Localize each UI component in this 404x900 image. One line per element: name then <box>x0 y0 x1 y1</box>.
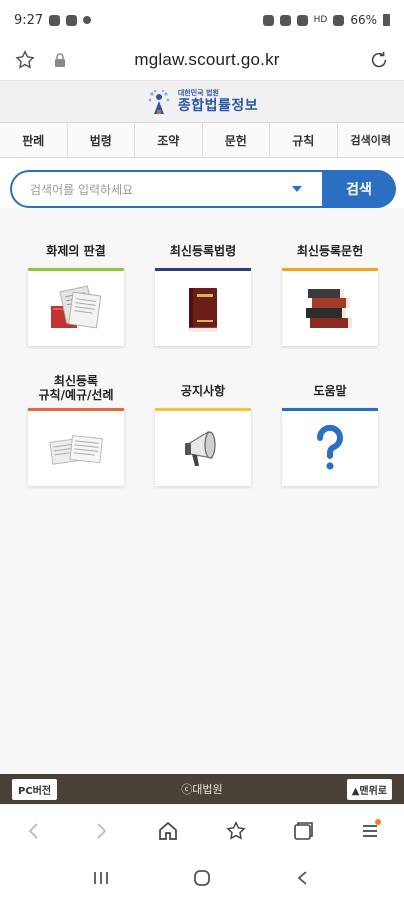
logo-title: 종합법률정보 <box>177 98 259 114</box>
browser-toolbar <box>0 804 404 856</box>
tab-treaty[interactable]: 조약 <box>135 123 203 157</box>
menu-label-line2: 규칙/예규/선례 <box>38 388 114 402</box>
documents-book-icon <box>51 284 102 328</box>
tab-rules[interactable]: 규칙 <box>270 123 338 157</box>
tabs-button[interactable] <box>283 811 323 851</box>
system-back-button[interactable] <box>288 863 318 893</box>
mute-icon <box>279 14 291 26</box>
tabs-icon <box>294 821 313 840</box>
menu-card[interactable] <box>282 268 378 346</box>
home-system-button[interactable] <box>187 863 217 893</box>
menu-card[interactable] <box>282 408 378 486</box>
search-bar: 검색어를 입력하세요 검색 <box>10 170 396 208</box>
forward-button[interactable] <box>81 811 121 851</box>
question-icon <box>316 424 343 470</box>
tab-statute[interactable]: 법령 <box>68 123 135 157</box>
court-logo-icon[interactable] <box>146 88 172 116</box>
battery-percent: 66% <box>350 13 377 27</box>
law-book-icon <box>188 287 218 331</box>
network-label: HD <box>313 15 328 25</box>
search-input[interactable]: 검색어를 입력하세요 <box>10 170 322 208</box>
logo-subtitle: 대한민국 법원 <box>177 89 219 97</box>
tab-literature[interactable]: 문헌 <box>203 123 270 157</box>
app-notification-icon <box>66 14 78 26</box>
refresh-icon[interactable] <box>368 49 390 71</box>
main-menu: 화제의 판결 최신등록법령 최신등록문헌 최신등록 규칙/예규/선례 공지사항 … <box>0 208 404 774</box>
menu-card[interactable] <box>28 268 124 346</box>
search-placeholder: 검색어를 입력하세요 <box>30 182 134 197</box>
menu-button[interactable] <box>350 811 390 851</box>
megaphone-icon <box>185 430 216 466</box>
bookmark-star-icon[interactable] <box>14 49 36 71</box>
status-left: 9:27 <box>14 12 92 28</box>
notification-icon <box>49 14 61 26</box>
bookmarks-button[interactable] <box>216 811 256 851</box>
menu-recent-statutes[interactable]: 최신등록법령 <box>155 244 251 350</box>
search-button[interactable]: 검색 <box>322 170 396 208</box>
recent-apps-icon <box>93 872 108 884</box>
stacked-books-icon <box>306 288 352 328</box>
home-icon <box>159 821 178 840</box>
chevron-right-icon <box>97 822 107 839</box>
site-header: 대한민국 법원 종합법률정보 <box>0 80 404 122</box>
status-bar: 9:27 HD 66% <box>0 0 404 40</box>
back-button[interactable] <box>14 811 54 851</box>
menu-card[interactable] <box>155 268 251 346</box>
alarm-icon <box>262 14 274 26</box>
status-right: HD 66% <box>262 13 390 27</box>
menu-recent-rules[interactable]: 최신등록 규칙/예규/선례 <box>28 374 124 488</box>
status-time: 9:27 <box>14 12 44 28</box>
copyright-text: ⓒ대법원 <box>181 783 223 796</box>
home-button[interactable] <box>148 811 188 851</box>
menu-help[interactable]: 도움말 <box>282 374 378 488</box>
more-notifications-icon <box>83 16 92 24</box>
logo-texts[interactable]: 대한민국 법원 종합법률정보 <box>177 89 259 114</box>
home-circle-icon <box>194 870 210 886</box>
browser-url-bar: mglaw.scourt.go.kr <box>0 40 404 80</box>
menu-card[interactable] <box>155 408 251 486</box>
menu-label: 공지사항 <box>180 384 226 398</box>
menu-label: 화제의 판결 <box>46 244 106 258</box>
menu-notices[interactable]: 공지사항 <box>155 374 251 488</box>
star-icon <box>226 820 246 840</box>
tab-precedent[interactable]: 판례 <box>0 123 68 157</box>
chevron-left-icon <box>28 822 38 839</box>
menu-card[interactable] <box>28 408 124 486</box>
search-dropdown-icon[interactable] <box>292 186 302 192</box>
tab-search-history[interactable]: 검색이력 <box>338 123 404 157</box>
lock-icon <box>55 53 65 67</box>
menu-featured-rulings[interactable]: 화제의 판결 <box>28 244 124 350</box>
menu-label: 도움말 <box>313 384 347 398</box>
system-navigation <box>0 856 404 900</box>
menu-label: 최신등록문헌 <box>296 244 364 258</box>
menu-recent-literature[interactable]: 최신등록문헌 <box>282 244 378 350</box>
back-arrow-icon <box>297 871 307 885</box>
menu-label: 최신등록법령 <box>169 244 237 258</box>
menu-label-line1: 최신등록 <box>53 374 99 388</box>
back-to-top-button[interactable]: ▲맨위로 <box>346 778 392 800</box>
battery-icon <box>383 14 390 26</box>
category-nav: 판례 법령 조약 문헌 규칙 검색이력 <box>0 122 404 158</box>
notification-dot <box>375 818 382 825</box>
pc-version-button[interactable]: PC버전 <box>12 778 58 800</box>
recent-apps-button[interactable] <box>86 863 116 893</box>
papers-icon <box>49 434 103 465</box>
url-text[interactable]: mglaw.scourt.go.kr <box>66 50 348 70</box>
wifi-icon <box>296 14 308 26</box>
site-footer: PC버전 ⓒ대법원 ▲맨위로 <box>0 774 404 804</box>
signal-icon <box>333 14 345 26</box>
